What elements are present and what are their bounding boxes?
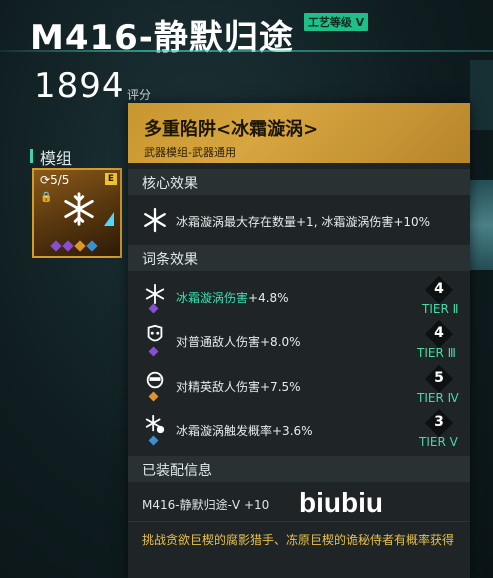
arrow-indicator-icon xyxy=(104,212,114,226)
lock-icon: 🔒 xyxy=(40,192,53,203)
enemy-mask-icon xyxy=(147,324,163,342)
elite-enemy-icon xyxy=(146,371,164,389)
acquisition-description: 挑战贪欲巨楔的腐影猎手、冻原巨楔的诡秘侍者有概率获得 xyxy=(142,533,455,547)
score-label: 评分 xyxy=(127,88,152,102)
gem-icon xyxy=(148,435,159,446)
affix-text: 对精英敌人伤害+7.5% xyxy=(176,380,301,394)
watermark: biubiu xyxy=(299,487,383,518)
snowflake-icon xyxy=(64,192,94,226)
section-marker xyxy=(30,149,33,163)
gem-icon xyxy=(148,303,159,314)
core-effect-header: 核心效果 xyxy=(128,169,470,195)
gem-icon xyxy=(50,240,62,252)
affix-text: 冰霜漩涡伤害+4.8% xyxy=(176,291,289,305)
tooltip-header: 多重陷阱<冰霜漩涡> 武器模组-武器通用 xyxy=(128,103,470,163)
core-effect-text: 冰霜漩涡最大存在数量+1, 冰霜漩涡伤害+10% xyxy=(176,215,431,229)
frost-damage-icon xyxy=(145,283,165,305)
gem-icon xyxy=(148,391,159,402)
gem-icon xyxy=(148,346,159,357)
affix-header: 词条效果 xyxy=(128,245,470,271)
module-tooltip-panel: 多重陷阱<冰霜漩涡> 武器模组-武器通用 核心效果 冰霜漩涡最大存在数量+1, … xyxy=(128,103,470,578)
refresh-icon: ⟳ xyxy=(40,173,51,187)
tier-number: 3 xyxy=(434,414,444,430)
tier-label: TIER Ⅱ xyxy=(422,302,459,316)
score-value: 1894 xyxy=(34,66,125,106)
craft-level-badge: 工艺等级 V xyxy=(304,13,368,31)
snowflake-icon xyxy=(144,207,166,233)
module-type: 武器模组-武器通用 xyxy=(144,146,236,159)
grade-badge: E xyxy=(105,173,117,185)
affix-text: 冰霜漩涡触发概率+3.6% xyxy=(176,424,313,438)
gem-icon xyxy=(74,240,86,252)
equipped-weapon: M416-静默归途-V +10 xyxy=(142,498,270,512)
tier-label: TIER Ⅲ xyxy=(417,346,456,360)
module-section-title: 模组 xyxy=(40,149,73,168)
tier-number: 4 xyxy=(434,325,444,341)
module-slot-card[interactable]: ⟳5/5 E 🔒 xyxy=(32,168,122,258)
gem-icon xyxy=(86,240,98,252)
gem-icon xyxy=(62,240,74,252)
equip-info-header: 已装配信息 xyxy=(128,456,470,482)
tier-label: TIER Ⅳ xyxy=(417,391,459,405)
affix-text: 对普通敌人伤害+8.0% xyxy=(176,335,301,349)
background-panel xyxy=(470,60,493,130)
tier-number: 5 xyxy=(434,370,444,386)
header-divider xyxy=(0,50,493,52)
divider xyxy=(128,521,470,522)
tier-label: TIER Ⅴ xyxy=(419,435,458,449)
frost-trigger-icon xyxy=(145,414,165,434)
module-count: ⟳5/5 xyxy=(40,173,70,187)
tier-number: 4 xyxy=(434,281,444,297)
module-name: 多重陷阱<冰霜漩涡> xyxy=(144,119,319,140)
module-gem-row xyxy=(50,240,98,252)
